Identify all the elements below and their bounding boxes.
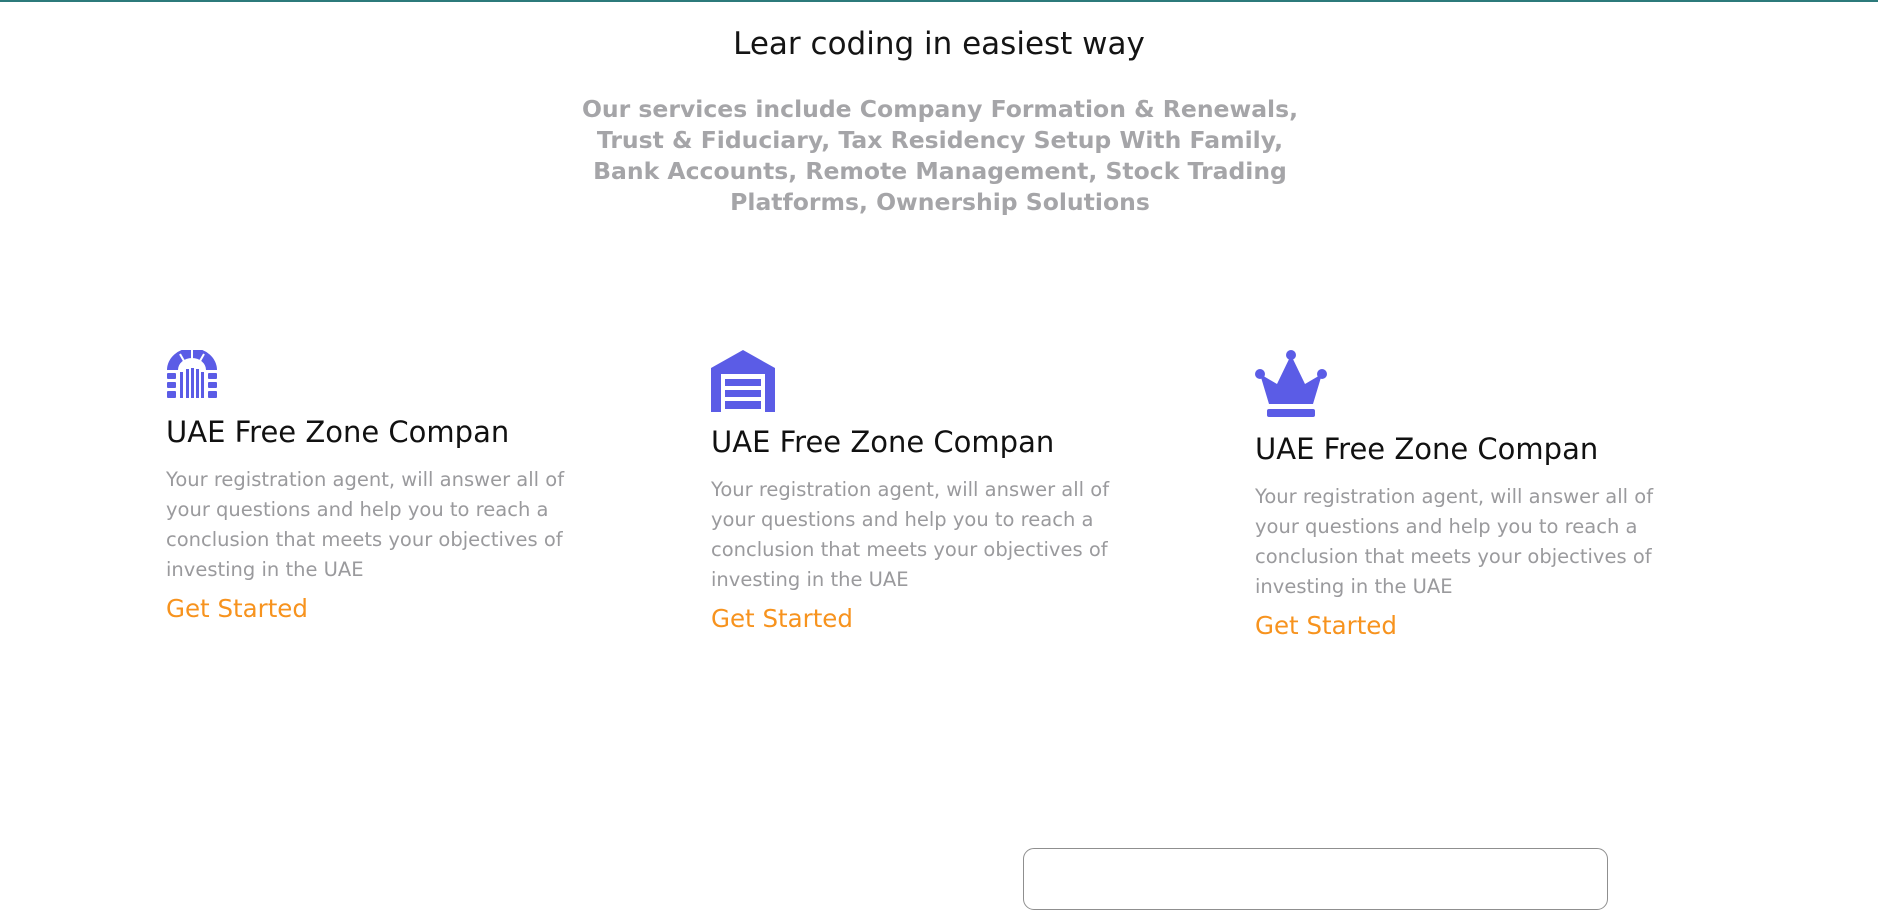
top-divider — [0, 0, 1878, 2]
card-title: UAE Free Zone Compan — [1255, 432, 1599, 466]
page-title: Lear coding in easiest way — [733, 26, 1145, 62]
card-description: Your registration agent, will answer all… — [166, 468, 565, 581]
card-description: Your registration agent, will answer all… — [711, 478, 1110, 591]
get-started-link[interactable]: Get Started — [1255, 611, 1397, 640]
services-intro: Our services include Company Formation &… — [581, 95, 1299, 216]
card-description: Your registration agent, will answer all… — [1255, 485, 1654, 598]
warehouse-icon — [711, 350, 775, 416]
crown-icon — [1255, 350, 1327, 422]
card-title: UAE Free Zone Compan — [166, 415, 510, 449]
bottom-panel — [1023, 848, 1608, 910]
archway-icon — [166, 348, 218, 406]
get-started-link[interactable]: Get Started — [711, 604, 853, 633]
card-title: UAE Free Zone Compan — [711, 425, 1055, 459]
get-started-link[interactable]: Get Started — [166, 594, 308, 623]
